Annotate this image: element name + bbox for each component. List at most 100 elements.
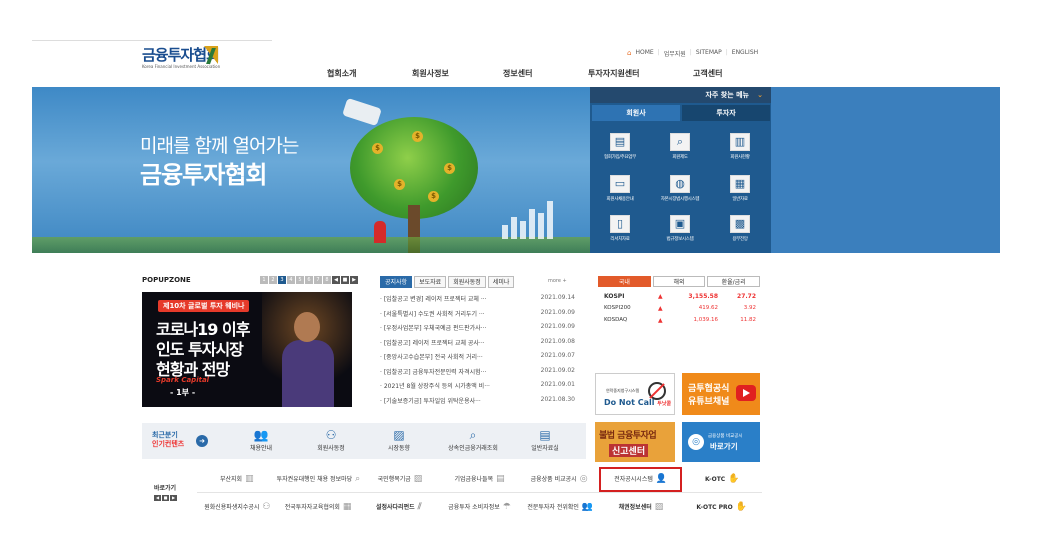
shortcut-next-icon[interactable]: ▶ xyxy=(170,495,177,501)
quick-item[interactable]: ▥ 회원사현황 xyxy=(712,133,768,160)
shortcut-agent-jobs[interactable]: 투자권유대행인 채용 정보마당 ⌕ xyxy=(277,467,361,492)
nav-customer-center[interactable]: 고객센터 xyxy=(693,68,722,79)
pager-page[interactable]: 7 xyxy=(314,276,322,284)
index-name: KOSPI200 xyxy=(604,305,631,311)
tab-member-news[interactable]: 회원사동정 xyxy=(448,276,486,288)
tab-overseas[interactable]: 해외 xyxy=(652,276,706,287)
hero-banner[interactable]: 미래를 함께 열어가는 금융투자협회 $ $ $ $ $ xyxy=(32,87,590,253)
recent-item[interactable]: ⌕ 상속인금융거래조회 xyxy=(438,427,508,452)
pager-page[interactable]: 5 xyxy=(296,276,304,284)
umbrella-icon: ☂ xyxy=(502,501,511,512)
shortcut-label: 금융투자 소비자정보 xyxy=(448,503,500,511)
quick-item[interactable]: ▣ 법규정보시스템 xyxy=(652,215,708,242)
shortcut-ladder-fund[interactable]: 설정사다리펀드 ⫽ xyxy=(358,494,439,520)
tab-notice[interactable]: 공지사항 xyxy=(380,276,413,288)
shortcut-k-otc[interactable]: K-OTC ✋ xyxy=(682,467,762,492)
chevron-down-icon: ⌄ xyxy=(757,91,763,99)
shortcut-corporate-finance[interactable]: 기업금융나들목 ▤ xyxy=(440,467,520,492)
list-item[interactable]: · [기술보증기금] 투자일임 위탁운용사··· 2021.08.30 xyxy=(380,396,575,411)
tab-members[interactable]: 회원사 xyxy=(592,105,680,121)
list-item[interactable]: · [입찰공고 변경] 레이저 프로젝터 교체 ··· 2021.09.14 xyxy=(380,294,575,309)
shortcut-pro-investor[interactable]: 전문투자자 전위확인 👥 xyxy=(520,494,601,520)
recent-item[interactable]: ▨ 시장동향 xyxy=(364,427,434,452)
pager-pause-icon[interactable]: ■ xyxy=(341,276,349,284)
quick-item[interactable]: ▩ 용부전망 xyxy=(712,215,768,242)
list-item[interactable]: · [입찰공고] 레이저 프로젝터 교체 공사··· 2021.09.08 xyxy=(380,338,575,353)
pager-page[interactable]: 1 xyxy=(260,276,268,284)
quick-item[interactable]: ▭ 회원사채용안내 xyxy=(592,175,648,202)
pager-page[interactable]: 4 xyxy=(287,276,295,284)
nav-investor-support[interactable]: 투자자지원센터 xyxy=(588,68,640,79)
list-item[interactable]: · [서울특별시] 수도권 사회적 거리두기 ··· 2021.09.09 xyxy=(380,309,575,324)
shortcut-label: 전문투자자 전위확인 xyxy=(527,503,579,511)
globe-icon: ◍ xyxy=(670,175,690,193)
tab-domestic[interactable]: 국내 xyxy=(598,276,651,287)
quick-item[interactable]: ▤ 협회가입/주요업무 xyxy=(592,133,648,160)
document-icon: ▦ xyxy=(730,175,750,193)
quick-item[interactable]: ▯ 리서치자료 xyxy=(592,215,648,242)
shortcut-pause-icon[interactable]: ■ xyxy=(162,495,169,501)
quick-item[interactable]: ⌕ 회원제도 xyxy=(652,133,708,160)
popup-banner[interactable]: 제10차 글로벌 투자 웨비나 코로나19 이후 인도 투자시장 현황과 전망 … xyxy=(142,292,352,407)
shortcut-bond-info[interactable]: 채권정보센터 ▨ xyxy=(601,494,682,520)
utility-english[interactable]: ENGLISH xyxy=(732,49,758,58)
pager-prev-icon[interactable]: ◀ xyxy=(332,276,340,284)
news-date: 2021.09.01 xyxy=(540,381,575,388)
quick-item-label: 회원제도 xyxy=(672,155,688,160)
report-line2: 신고센터 xyxy=(609,444,649,457)
shortcut-k-otc-pro[interactable]: K-OTC PRO ✋ xyxy=(681,494,762,520)
news-more-link[interactable]: more + xyxy=(548,278,567,284)
recent-item[interactable]: 👥 채용안내 xyxy=(226,427,296,452)
quick-item[interactable]: ◍ 자본시장법시행시스템 xyxy=(652,175,708,202)
pager-page-active[interactable]: 3 xyxy=(278,276,286,284)
utility-sep: | xyxy=(725,49,728,56)
quick-item[interactable]: ▦ 일반자료 xyxy=(712,175,768,202)
hydrant-icon xyxy=(374,221,386,243)
list-item[interactable]: · [우정사업본부] 우체국예금 펀드판가사··· 2021.09.09 xyxy=(380,323,575,338)
yt-line2: 유튜브채널 xyxy=(688,397,730,407)
logo[interactable]: 금융투자협회 Korea Financial Investment Associ… xyxy=(142,46,222,78)
news-title: · [우정사업본부] 우체국예금 펀드판가사··· xyxy=(380,325,487,332)
pager-page[interactable]: 6 xyxy=(305,276,313,284)
tablet-icon: ▯ xyxy=(610,215,630,233)
pager-page[interactable]: 2 xyxy=(269,276,277,284)
shortcut-dart[interactable]: 전자공시시스템 👤 xyxy=(598,467,683,492)
popupzone-title: POPUPZONE xyxy=(142,276,191,284)
shortcut-happiness-fund[interactable]: 국민행복기금 ▨ xyxy=(360,467,440,492)
shortcut-busan[interactable]: 부산지회 ▥ xyxy=(197,467,277,492)
utility-support[interactable]: 업무지원 xyxy=(664,49,686,58)
shortcut-investor-education[interactable]: 전국투자자교육협의회 ▦ xyxy=(278,494,359,520)
shortcuts-row-2: 원화신용파생지수공시 ⚇ 전국투자자교육협의회 ▦ 설정사다리펀드 ⫽ 금융투자 소비… xyxy=(197,494,762,520)
tab-fx-rates[interactable]: 환율/금리 xyxy=(707,276,761,287)
nav-members[interactable]: 회원사정보 xyxy=(412,68,449,79)
arrow-right-icon[interactable]: ➜ xyxy=(196,435,208,447)
pager-page[interactable]: 8 xyxy=(323,276,331,284)
quick-item-label: 리서치자료 xyxy=(610,237,630,242)
shortcut-krw-cds[interactable]: 원화신용파생지수공시 ⚇ xyxy=(197,494,278,520)
utility-home[interactable]: HOME xyxy=(635,49,653,58)
list-item[interactable]: · [입찰공고] 금융투자전문인력 자격시험··· 2021.09.02 xyxy=(380,367,575,382)
nav-about[interactable]: 협회소개 xyxy=(327,68,356,79)
product-compare-banner[interactable]: ◎ 금융상품 비교공시 바로가기 xyxy=(682,422,760,462)
pager-next-icon[interactable]: ▶ xyxy=(350,276,358,284)
illegal-report-banner[interactable]: 불법 금융투자업 신고센터 xyxy=(595,422,675,462)
recent-item[interactable]: ⚇ 회원사동정 xyxy=(296,427,366,452)
shortcut-product-compare[interactable]: 금융상품 비교공시 ◎ xyxy=(519,467,599,492)
news-date: 2021.09.09 xyxy=(540,308,575,316)
list-item[interactable]: · [중앙사고수습본부] 전국 사회적 거리··· 2021.09.07 xyxy=(380,352,575,367)
quick-menu-title[interactable]: 자주 찾는 메뉴 ⌄ xyxy=(590,87,771,103)
tab-seminar[interactable]: 세미나 xyxy=(487,276,515,288)
shortcut-consumer-info[interactable]: 금융투자 소비자정보 ☂ xyxy=(439,494,520,520)
youtube-banner[interactable]: 금투협공식 유튜브채널 xyxy=(682,373,760,415)
recent-item[interactable]: ▤ 일반자료실 xyxy=(510,427,580,452)
home-icon[interactable]: ⌂ xyxy=(627,49,631,58)
tab-investors[interactable]: 투자자 xyxy=(682,105,770,121)
news-date: 2021.09.02 xyxy=(540,366,575,374)
utility-sitemap[interactable]: SITEMAP xyxy=(696,49,722,58)
nav-info-center[interactable]: 정보센터 xyxy=(503,68,532,79)
shortcut-prev-icon[interactable]: ◀ xyxy=(154,495,161,501)
do-not-call-banner[interactable]: 연락중지청구시스템 Do Not Call 두낫콜 xyxy=(595,373,675,415)
recent-item-label: 일반자료실 xyxy=(531,445,559,452)
list-item[interactable]: · 2021년 8월 상장주식 등의 시가총액 비··· 2021.09.01 xyxy=(380,381,575,396)
tab-press[interactable]: 보도자료 xyxy=(414,276,447,288)
